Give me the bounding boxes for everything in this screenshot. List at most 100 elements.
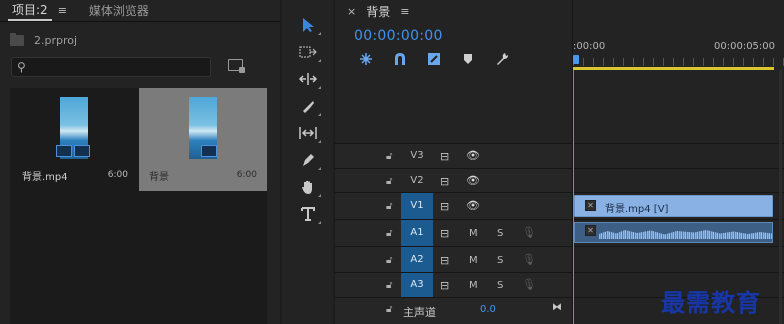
snap-magnet-icon[interactable] — [391, 51, 409, 67]
ruler-ticks — [573, 58, 784, 66]
clip-name: 背景 — [149, 172, 169, 183]
new-bin-icon[interactable] — [228, 59, 245, 73]
lock-icon[interactable]: 🔓︎ — [386, 255, 392, 266]
wrench-settings-icon[interactable] — [493, 51, 511, 67]
track-header: 🔓︎ V2 ⊟ 👁︎ — [335, 169, 572, 192]
add-marker-icon[interactable] — [459, 51, 477, 67]
sequence-badge-icon — [201, 145, 217, 157]
clip-duration: 6:00 — [107, 170, 128, 180]
panel-menu-icon[interactable]: ≡ — [58, 4, 67, 17]
clip-badges — [56, 145, 90, 157]
mic-icon[interactable]: 🎙︎ — [522, 253, 536, 266]
audio-waveform — [599, 230, 772, 239]
track-name[interactable]: V3 — [401, 150, 433, 164]
razor-tool-icon[interactable] — [296, 95, 321, 117]
playhead-timecode[interactable]: 00:00:00:00 — [354, 28, 443, 44]
ruler-label-5s: 00:00:05:00 — [714, 41, 776, 52]
clip-item[interactable]: 背景.mp4 6:00 — [10, 88, 138, 191]
type-tool-icon[interactable] — [296, 203, 321, 225]
track-name-targeted[interactable]: A3 — [401, 273, 433, 297]
track-header: 🔓︎ A2 ⊟ M S 🎙︎ — [335, 247, 572, 272]
ruler-label-start: :00:00 — [573, 41, 606, 52]
playhead-line — [573, 70, 574, 324]
track-row-a1: 🔓︎ A1 ⊟ M S 🎙︎ ✕ — [335, 219, 784, 246]
lock-icon[interactable]: 🔓︎ — [386, 280, 392, 291]
eye-icon[interactable]: 👁︎ — [466, 174, 480, 187]
track-name-targeted[interactable]: A1 — [401, 220, 433, 246]
master-track-header: 🔓︎ 主声道 0.0 ⧓ — [335, 298, 572, 324]
mute-button[interactable]: M — [469, 228, 478, 239]
timeline-panel: × 背景 ≡ 00:00:00:00 :00:00 00:00:05:00 🔓︎ — [335, 0, 784, 324]
audio-clip[interactable]: ✕ — [574, 222, 773, 243]
lock-icon[interactable]: 🔓︎ — [386, 151, 392, 162]
lock-icon[interactable]: 🔓︎ — [386, 304, 392, 315]
pen-tool-icon[interactable] — [296, 149, 321, 171]
folder-icon — [10, 32, 24, 46]
track-name-targeted[interactable]: V1 — [401, 193, 433, 219]
playhead-handle[interactable] — [573, 55, 579, 64]
clip-duration: 6:00 — [236, 170, 257, 180]
project-panel: 项目:2 ≡ 媒体浏览器 2.prproj ⚲ 背景.mp4 6:00 背景 6… — [0, 0, 280, 324]
clip-item-selected[interactable]: 背景 6:00 — [139, 88, 267, 191]
lock-icon[interactable]: 🔓︎ — [386, 228, 392, 239]
sync-lock-icon[interactable]: ⊟ — [440, 150, 449, 163]
track-row-v3: 🔓︎ V3 ⊟ 👁︎ — [335, 143, 784, 168]
tab-media-browser[interactable]: 媒体浏览器 — [85, 2, 153, 19]
sync-lock-icon[interactable]: ⊟ — [440, 200, 449, 213]
track-header: 🔓︎ A1 ⊟ M S 🎙︎ — [335, 220, 572, 246]
nest-sequence-icon[interactable] — [357, 51, 375, 67]
solo-button[interactable]: S — [497, 280, 503, 291]
hand-tool-icon[interactable] — [296, 176, 321, 198]
fx-badge-icon: ✕ — [585, 200, 596, 211]
ripple-edit-tool-icon[interactable] — [296, 68, 321, 90]
project-tabbar: 项目:2 ≡ 媒体浏览器 — [0, 0, 280, 22]
track-header: 🔓︎ V1 ⊟ 👁︎ — [335, 193, 572, 219]
track-select-tool-icon[interactable] — [296, 41, 321, 63]
lock-icon[interactable]: 🔓︎ — [386, 201, 392, 212]
sync-lock-icon[interactable]: ⊟ — [440, 254, 449, 267]
fx-badge-icon: ✕ — [585, 225, 596, 236]
sync-lock-icon[interactable]: ⊟ — [440, 279, 449, 292]
mic-icon[interactable]: 🎙︎ — [522, 278, 536, 291]
tab-project[interactable]: 项目:2 — [8, 1, 52, 21]
search-input[interactable]: ⚲ — [11, 57, 211, 77]
video-clip[interactable]: ✕ 背景.mp4 [V] — [574, 195, 773, 217]
track-row-v2: 🔓︎ V2 ⊟ 👁︎ — [335, 168, 784, 192]
clip-badges — [201, 145, 217, 157]
eye-icon[interactable]: 👁︎ — [466, 199, 480, 212]
project-file-name: 2.prproj — [34, 33, 78, 47]
master-volume-value[interactable]: 0.0 — [480, 304, 496, 315]
work-area-bar[interactable] — [573, 67, 774, 70]
watermark-logo: 最需教育 — [661, 288, 761, 317]
clip-name: 背景.mp4 — [22, 172, 68, 183]
sync-lock-icon[interactable]: ⊟ — [440, 175, 449, 188]
close-icon[interactable]: × — [347, 5, 356, 18]
panel-menu-icon[interactable]: ≡ — [400, 5, 409, 18]
audio-badge-icon — [74, 145, 90, 157]
track-name-targeted[interactable]: A2 — [401, 247, 433, 272]
mute-button[interactable]: M — [469, 255, 478, 266]
mute-button[interactable]: M — [469, 280, 478, 291]
master-track-label: 主声道 — [403, 306, 436, 319]
vertical-scrollbar[interactable] — [779, 70, 782, 324]
go-to-end-icon[interactable]: ⧓ — [552, 302, 562, 313]
tools-panel — [282, 0, 333, 324]
linked-selection-icon[interactable] — [425, 51, 443, 67]
timeline-tabbar: × 背景 ≡ — [335, 0, 784, 22]
time-ruler[interactable]: :00:00 00:00:05:00 — [573, 22, 784, 70]
sequence-tab[interactable]: 背景 — [366, 3, 390, 20]
slip-tool-icon[interactable] — [296, 122, 321, 144]
lock-icon[interactable]: 🔓︎ — [386, 176, 392, 187]
sync-lock-icon[interactable]: ⊟ — [440, 227, 449, 240]
solo-button[interactable]: S — [497, 255, 503, 266]
video-badge-icon — [56, 145, 72, 157]
selection-tool-icon[interactable] — [296, 14, 321, 36]
search-icon: ⚲ — [17, 60, 26, 74]
mic-icon[interactable]: 🎙︎ — [522, 226, 536, 239]
timeline-toolbar — [357, 51, 511, 67]
solo-button[interactable]: S — [497, 228, 503, 239]
project-file-row: 2.prproj — [10, 30, 77, 50]
eye-icon[interactable]: 👁︎ — [466, 149, 480, 162]
video-clip-label: 背景.mp4 [V] — [605, 204, 669, 215]
track-name[interactable]: V2 — [401, 175, 433, 189]
